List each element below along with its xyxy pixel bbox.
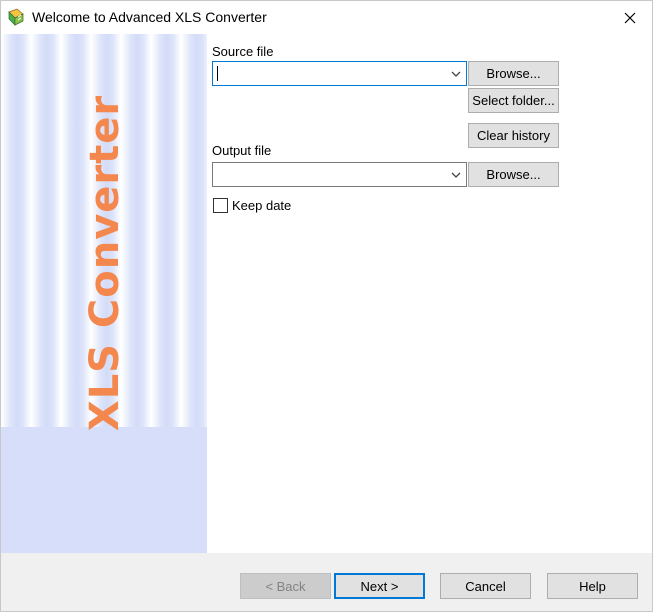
text-caret xyxy=(217,66,218,81)
clear-history-button[interactable]: Clear history xyxy=(468,123,559,148)
window-title: Welcome to Advanced XLS Converter xyxy=(32,9,267,25)
side-banner: XLS Converter xyxy=(1,34,207,553)
select-folder-button[interactable]: Select folder... xyxy=(468,88,559,113)
keep-date-label[interactable]: Keep date xyxy=(232,198,291,213)
source-file-label: Source file xyxy=(212,44,274,59)
banner-title: XLS Converter xyxy=(82,94,128,432)
title-bar: Welcome to Advanced XLS Converter xyxy=(1,1,652,34)
output-file-combobox[interactable] xyxy=(212,162,467,187)
cancel-button[interactable]: Cancel xyxy=(440,573,531,599)
chevron-down-icon[interactable] xyxy=(450,169,462,181)
source-file-combobox[interactable] xyxy=(212,61,467,86)
output-browse-button[interactable]: Browse... xyxy=(468,162,559,187)
back-button[interactable]: < Back xyxy=(240,573,331,599)
help-button[interactable]: Help xyxy=(547,573,638,599)
converter-window: Welcome to Advanced XLS Converter XLS Co… xyxy=(0,0,653,612)
keep-date-checkbox[interactable] xyxy=(213,198,228,213)
source-browse-button[interactable]: Browse... xyxy=(468,61,559,86)
xls-converter-app-icon xyxy=(8,8,24,26)
next-button[interactable]: Next > xyxy=(334,573,425,599)
output-file-label: Output file xyxy=(212,143,272,158)
close-icon xyxy=(624,12,636,23)
chevron-down-icon[interactable] xyxy=(450,68,462,80)
close-button[interactable] xyxy=(607,1,653,34)
